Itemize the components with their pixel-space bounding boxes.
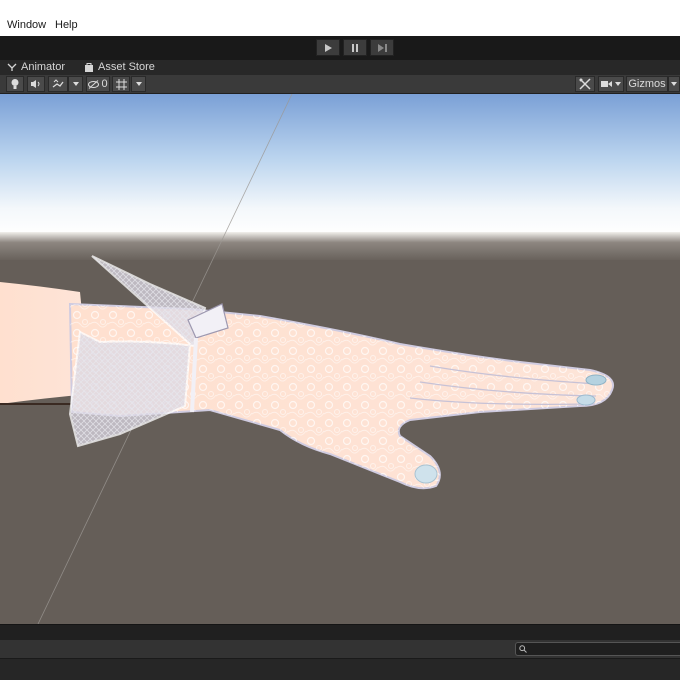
fingernail-thumb — [414, 464, 438, 484]
gizmos-label: Gizmos — [628, 78, 666, 90]
fingernail-middle — [576, 394, 596, 406]
menu-window[interactable]: Window — [7, 19, 46, 31]
camera-icon — [601, 81, 612, 87]
gizmos-button[interactable]: Gizmos — [626, 76, 668, 92]
menu-bar: Window Help — [0, 0, 680, 36]
horizon-band — [0, 232, 680, 262]
audio-toggle[interactable] — [27, 76, 45, 92]
chevron-down-icon — [671, 82, 677, 86]
tab-animator-label: Animator — [21, 61, 66, 73]
camera-dropdown[interactable] — [598, 76, 624, 92]
scene-render — [0, 94, 680, 624]
lightbulb-icon — [11, 79, 19, 89]
menu-help[interactable]: Help — [55, 19, 78, 31]
gizmos-dropdown[interactable] — [668, 76, 680, 92]
chevron-down-icon — [72, 82, 79, 86]
grid-toggle[interactable] — [112, 76, 130, 92]
asset-store-icon — [85, 63, 93, 72]
tab-asset-store-label: Asset Store — [98, 61, 155, 73]
search-icon — [519, 645, 527, 653]
play-toolbar — [0, 36, 680, 60]
lighting-toggle[interactable] — [6, 76, 24, 92]
window-tabs: Animator Asset Store — [0, 60, 680, 75]
effects-dropdown[interactable] — [68, 76, 83, 92]
speaker-icon — [31, 80, 40, 88]
eye-slash-icon — [88, 79, 100, 89]
play-button[interactable] — [316, 39, 340, 56]
bottom-panel-content — [0, 658, 680, 680]
tools-icon — [579, 78, 591, 90]
step-button[interactable] — [370, 39, 394, 56]
bottom-panel-header — [0, 624, 680, 640]
hidden-objects-count: 0 — [101, 78, 108, 90]
arm-shadow-line — [0, 403, 80, 405]
tools-button[interactable] — [575, 76, 595, 92]
skybox — [0, 94, 680, 234]
play-icon — [324, 43, 332, 52]
grid-dropdown[interactable] — [131, 76, 146, 92]
hidden-objects-toggle[interactable]: 0 — [86, 76, 110, 92]
scene-toolbar: 0 Gizmos — [0, 75, 680, 94]
pause-icon — [352, 43, 358, 52]
scene-viewport[interactable] — [0, 94, 680, 624]
tab-asset-store[interactable]: Asset Store — [84, 61, 155, 73]
chevron-down-icon — [135, 82, 142, 86]
pause-button[interactable] — [343, 39, 367, 56]
step-forward-icon — [377, 43, 387, 52]
effects-toggle[interactable] — [48, 76, 68, 92]
search-field[interactable] — [515, 642, 680, 656]
chevron-down-icon — [615, 82, 621, 86]
effects-icon — [52, 79, 64, 88]
fingernail-index — [585, 374, 607, 386]
animator-icon — [7, 63, 17, 71]
grid-icon — [115, 78, 127, 90]
tab-animator[interactable]: Animator — [7, 61, 65, 73]
